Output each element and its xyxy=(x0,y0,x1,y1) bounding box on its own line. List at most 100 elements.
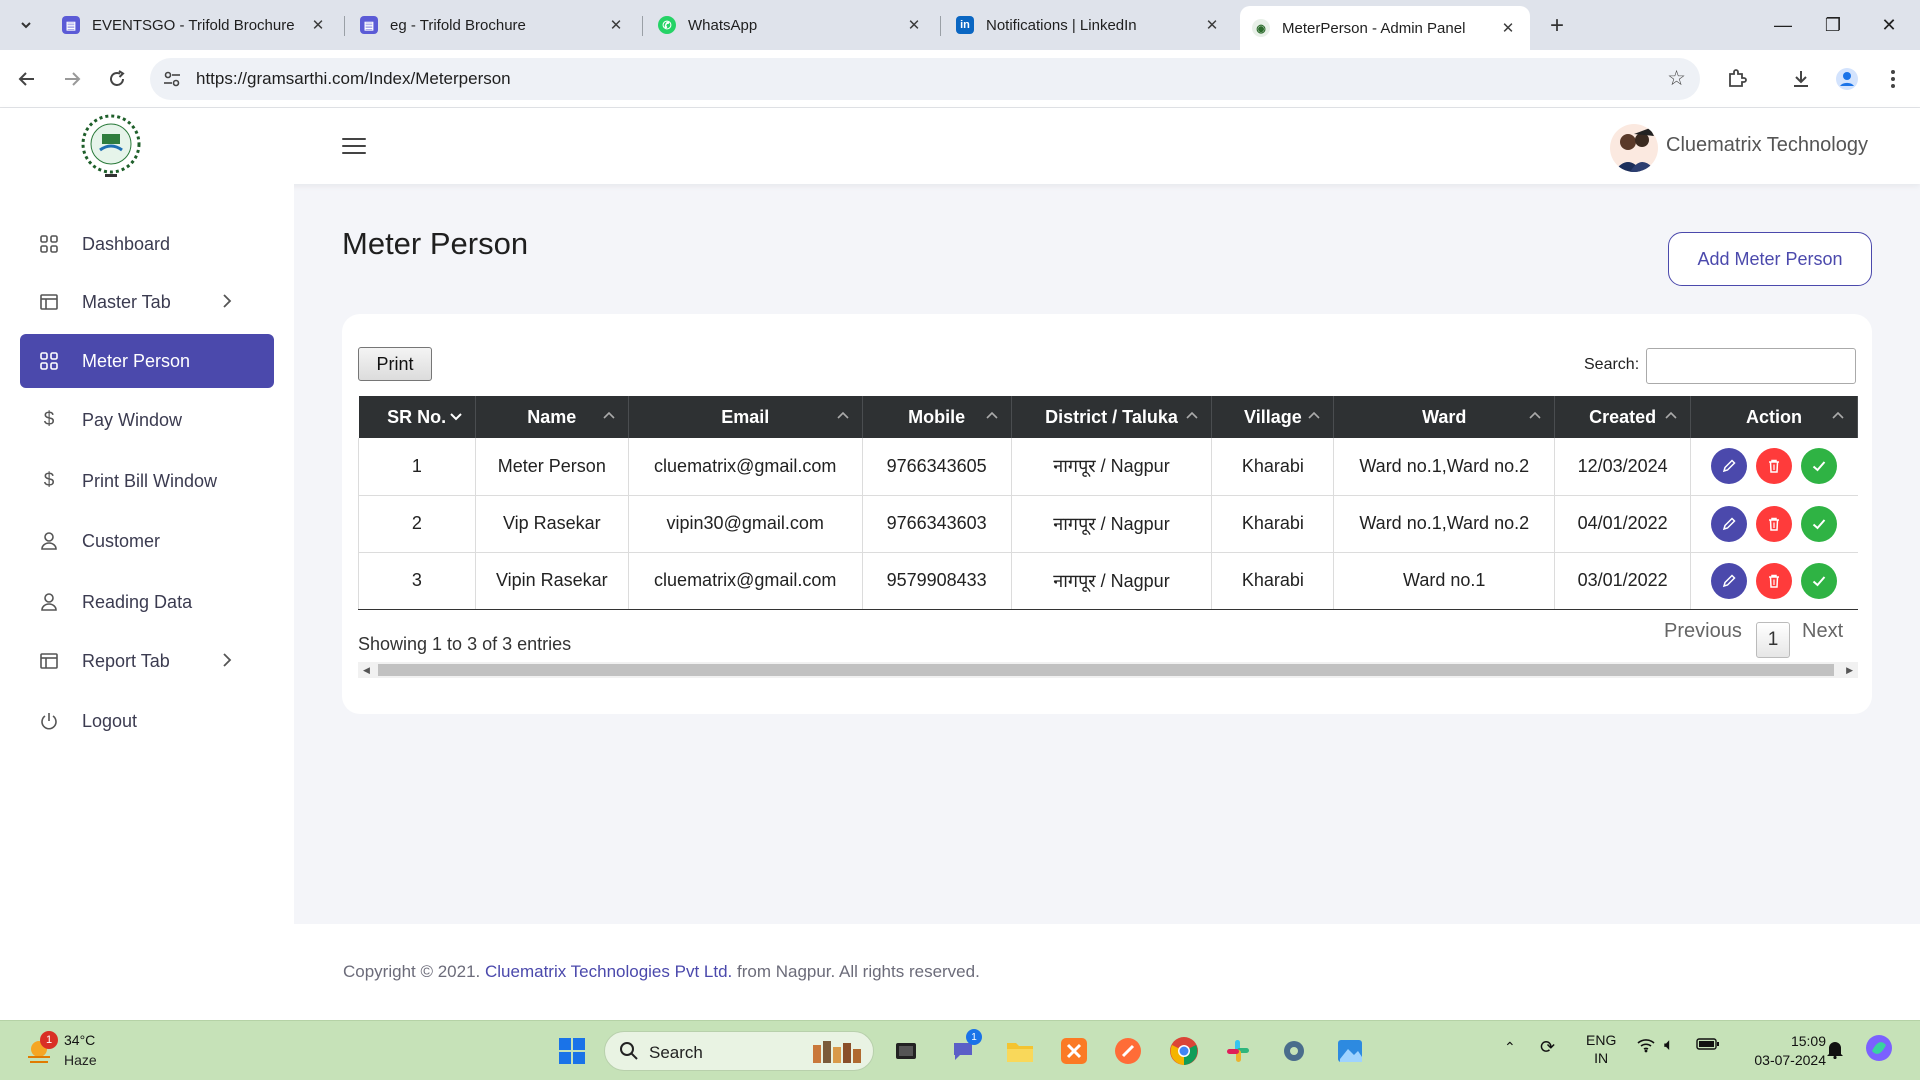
close-icon[interactable]: ✕ xyxy=(1202,15,1222,35)
windows-logo-icon xyxy=(559,1038,585,1064)
user-name[interactable]: Cluematrix Technology xyxy=(1666,134,1868,157)
add-meter-person-button[interactable]: Add Meter Person xyxy=(1668,232,1872,286)
bookmark-star-icon[interactable]: ☆ xyxy=(1667,66,1686,91)
scrollbar-thumb[interactable] xyxy=(378,664,1834,676)
approve-button[interactable] xyxy=(1801,562,1838,599)
column-header-sr-no[interactable]: SR No. xyxy=(358,396,476,438)
sidebar-item-meter-person[interactable]: Meter Person xyxy=(20,334,274,388)
print-button[interactable]: Print xyxy=(358,347,432,381)
xampp-icon xyxy=(1061,1038,1087,1064)
column-header-email[interactable]: Email xyxy=(628,396,863,438)
delete-button[interactable] xyxy=(1756,562,1793,599)
photos-button[interactable] xyxy=(1334,1035,1366,1067)
postman-icon xyxy=(1115,1038,1141,1064)
sidebar-item-label: Master Tab xyxy=(82,291,171,312)
teams-button[interactable]: 1 xyxy=(948,1029,982,1067)
column-header-ward[interactable]: Ward xyxy=(1333,396,1556,438)
column-header-village[interactable]: Village xyxy=(1211,396,1335,438)
scroll-right-arrow-icon[interactable]: ▶ xyxy=(1846,665,1853,676)
column-header-created[interactable]: Created xyxy=(1554,396,1692,438)
company-link[interactable]: Cluematrix Technologies Pvt Ltd. xyxy=(485,962,732,981)
restore-button[interactable]: ❐ xyxy=(1810,8,1856,42)
sidebar-item-dashboard[interactable]: Dashboard xyxy=(20,217,274,271)
new-tab-button[interactable]: + xyxy=(1543,12,1571,40)
delete-button[interactable] xyxy=(1756,505,1793,542)
task-view-button[interactable] xyxy=(890,1035,922,1067)
chrome-button[interactable] xyxy=(1168,1035,1200,1067)
sidebar-toggle-button[interactable] xyxy=(342,138,366,156)
edit-button[interactable] xyxy=(1711,505,1748,542)
xampp-button[interactable] xyxy=(1058,1035,1090,1067)
sort-desc-icon xyxy=(450,413,462,421)
chevron-up-icon[interactable]: ⌃ xyxy=(1504,1039,1516,1056)
language-indicator[interactable]: ENG IN xyxy=(1586,1031,1616,1067)
tab-search-button[interactable] xyxy=(12,11,40,39)
close-icon[interactable]: ✕ xyxy=(308,15,328,35)
horizontal-scrollbar[interactable]: ◀ ▶ xyxy=(358,662,1858,678)
close-icon[interactable]: ✕ xyxy=(1498,18,1518,38)
delete-button[interactable] xyxy=(1756,448,1793,485)
notification-bell-icon[interactable] xyxy=(1826,1039,1844,1062)
start-button[interactable] xyxy=(556,1035,588,1067)
table-header-row: SR No. Name Email Mobile District / Talu… xyxy=(358,396,1858,438)
sort-icon xyxy=(1529,411,1541,419)
region-code: IN xyxy=(1594,1050,1609,1066)
wifi-icon[interactable] xyxy=(1636,1037,1656,1056)
sort-icon xyxy=(1832,411,1844,419)
battery-icon[interactable] xyxy=(1696,1037,1720,1054)
column-header-district-taluka[interactable]: District / Taluka xyxy=(1011,396,1213,438)
back-button[interactable] xyxy=(10,62,44,96)
column-header-action[interactable]: Action xyxy=(1690,396,1858,438)
profile-button[interactable] xyxy=(1832,64,1862,94)
sidebar-item-pay-window[interactable]: $ Pay Window xyxy=(20,393,274,447)
sync-icon[interactable]: ⟳ xyxy=(1540,1037,1555,1058)
slack-button[interactable] xyxy=(1222,1035,1254,1067)
sidebar-item-customer[interactable]: Customer xyxy=(20,514,274,568)
close-icon[interactable]: ✕ xyxy=(904,15,924,35)
address-bar[interactable]: https://gramsarthi.com/Index/Meterperson… xyxy=(150,58,1700,100)
postman-button[interactable] xyxy=(1112,1035,1144,1067)
browser-tab-eventsgo[interactable]: ▤ EVENTSGO - Trifold Brochure ✕ xyxy=(50,7,340,43)
edit-button[interactable] xyxy=(1711,562,1748,599)
pagination-page-1[interactable]: 1 xyxy=(1756,622,1790,658)
approve-button[interactable] xyxy=(1801,505,1838,542)
sidebar-item-logout[interactable]: Logout xyxy=(20,694,274,748)
tab-label: Notifications | LinkedIn xyxy=(986,16,1137,34)
volume-icon[interactable]: 🔈︎ xyxy=(1664,1035,1674,1055)
sidebar-item-print-bill-window[interactable]: $ Print Bill Window xyxy=(20,454,274,508)
approve-button[interactable] xyxy=(1801,448,1838,485)
search-input[interactable] xyxy=(1646,348,1856,384)
file-explorer-button[interactable] xyxy=(1004,1035,1036,1067)
copilot-icon[interactable] xyxy=(1864,1033,1894,1066)
chrome-icon xyxy=(1170,1037,1198,1065)
system-clock[interactable]: 15:09 03-07-2024 xyxy=(1746,1032,1826,1070)
column-header-mobile[interactable]: Mobile xyxy=(862,396,1012,438)
sidebar-item-master-tab[interactable]: Master Tab xyxy=(20,275,274,329)
download-icon[interactable] xyxy=(1786,64,1816,94)
browser-tab-whatsapp[interactable]: ✆ WhatsApp ✕ xyxy=(646,7,936,43)
sidebar-item-reading-data[interactable]: Reading Data xyxy=(20,575,274,629)
window-close-button[interactable]: ✕ xyxy=(1866,8,1912,42)
browser-tab-linkedin[interactable]: in Notifications | LinkedIn ✕ xyxy=(944,7,1234,43)
pagination-next[interactable]: Next xyxy=(1802,620,1843,643)
extensions-icon[interactable] xyxy=(1722,64,1752,94)
edit-button[interactable] xyxy=(1711,448,1748,485)
avatar[interactable] xyxy=(1610,124,1658,172)
taskbar-search[interactable]: Search xyxy=(604,1031,874,1071)
site-settings-icon[interactable] xyxy=(162,69,182,89)
scroll-left-arrow-icon[interactable]: ◀ xyxy=(363,665,370,676)
reload-button[interactable] xyxy=(100,62,134,96)
browser-tab-meterperson[interactable]: ◉ MeterPerson - Admin Panel ✕ xyxy=(1240,6,1530,50)
close-icon[interactable]: ✕ xyxy=(606,15,626,35)
settings-button[interactable] xyxy=(1278,1035,1310,1067)
cell-village: Kharabi xyxy=(1211,438,1335,496)
minimize-button[interactable]: — xyxy=(1760,8,1806,42)
column-header-name[interactable]: Name xyxy=(475,396,629,438)
forward-button[interactable] xyxy=(55,62,89,96)
table-row: 1 Meter Person cluematrix@gmail.com 9766… xyxy=(358,438,1858,496)
pagination-previous[interactable]: Previous xyxy=(1664,620,1742,643)
slack-icon xyxy=(1227,1040,1249,1062)
sidebar-item-report-tab[interactable]: Report Tab xyxy=(20,634,274,688)
browser-menu-button[interactable] xyxy=(1878,64,1908,94)
browser-tab-eg[interactable]: ▤ eg - Trifold Brochure ✕ xyxy=(348,7,638,43)
